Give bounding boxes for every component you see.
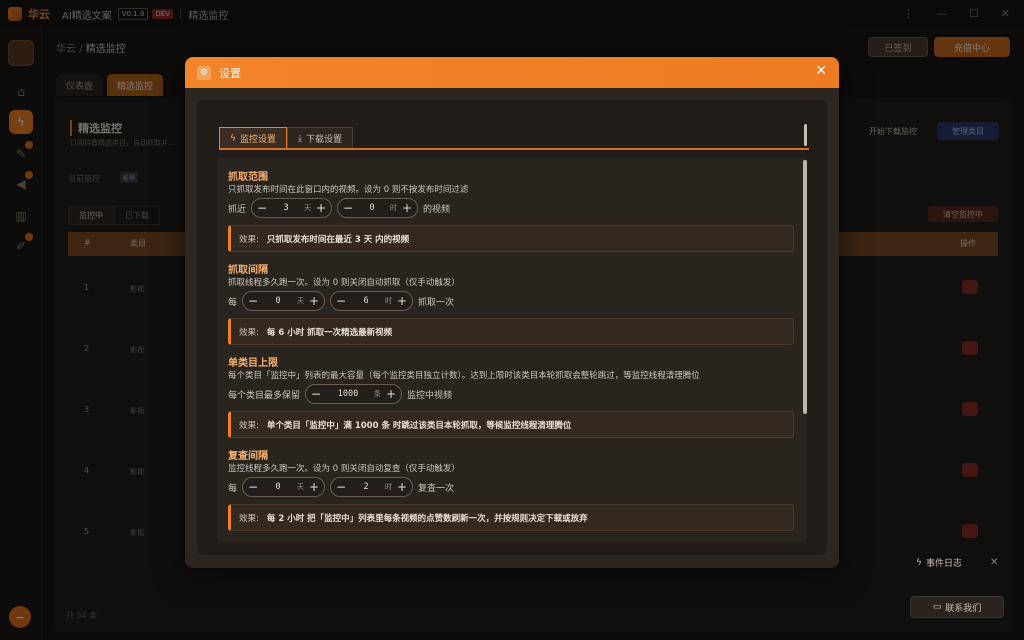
section-description: 每个类目「监控中」列表的最大容量（每个监控类目独立计数）。达到上限时该类目本轮抓… <box>228 371 700 381</box>
contact-button[interactable]: ▭ 联系我们 <box>910 596 1004 618</box>
section-title: 抓取范围 <box>228 172 268 183</box>
download-icon: ⤓ <box>297 133 302 144</box>
lightning-icon: ϟ <box>916 557 922 568</box>
days-stepper[interactable]: − 0 天 + <box>242 291 326 311</box>
section-description: 抓取线程多久跑一次。设为 0 则关闭自动抓取（仅手动触发） <box>228 278 460 288</box>
stepper-unit: 条 <box>374 390 382 398</box>
control-row: 每个类目最多保留 − 1000 条 + 监控中视频 <box>228 383 794 405</box>
hours-stepper[interactable]: − 2 时 + <box>330 477 414 497</box>
event-log-label: 事件日志 <box>925 559 962 569</box>
hours-stepper[interactable]: − 0 时 + <box>337 198 419 218</box>
settings-content: 抓取范围 只抓取发布时间在此窗口内的视频。设为 0 则不按发布时间过滤 抓近 −… <box>217 158 807 542</box>
stepper-value[interactable]: 2 <box>349 482 383 492</box>
effect-box: 效果: 单个类目「监控中」满 1000 条 时跳过该类目本轮抓取，等候监控线程清… <box>228 411 794 438</box>
section-recheck: 复查间隔 监控线程多久跑一次。设为 0 则关闭自动复查（仅手动触发） 每 − 0… <box>228 447 794 531</box>
minus-icon[interactable]: − <box>308 386 324 402</box>
tab-monitor-settings-label: 监控设置 <box>239 135 276 145</box>
tab-scrollbar[interactable] <box>804 124 807 146</box>
section-description: 只抓取发布时间在此窗口内的视频。设为 0 则不按发布时间过滤 <box>228 185 469 195</box>
gear-icon: ⚙ <box>197 65 211 80</box>
effect-label: 效果: <box>239 327 259 338</box>
effect-box: 效果: 每 2 小时 把「监控中」列表里每条视频的点赞数刷新一次，并按规则决定下… <box>228 504 794 531</box>
effect-text: 每 2 小时 把「监控中」列表里每条视频的点赞数刷新一次，并按规则决定下载或放弃 <box>266 513 588 524</box>
section-interval: 抓取间隔 抓取线程多久跑一次。设为 0 则关闭自动抓取（仅手动触发） 每 − 0… <box>228 261 794 345</box>
plus-icon[interactable]: + <box>313 200 329 216</box>
control-row: 每 − 0 天 + − 2 时 + 复查一次 <box>228 476 794 498</box>
row-suffix: 复查一次 <box>418 483 455 494</box>
row-suffix: 的视频 <box>423 204 451 215</box>
close-icon[interactable]: ✕ <box>815 63 827 79</box>
minus-icon[interactable]: − <box>245 293 261 309</box>
stepper-value[interactable]: 0 <box>261 296 295 306</box>
section-range: 抓取范围 只抓取发布时间在此窗口内的视频。设为 0 则不按发布时间过滤 抓近 −… <box>228 168 794 252</box>
stepper-unit: 时 <box>390 204 398 212</box>
lightning-icon: ϟ <box>230 133 236 144</box>
tab-monitor-settings[interactable]: ϟ 监控设置 <box>219 127 287 149</box>
minus-icon[interactable]: − <box>340 200 356 216</box>
minus-icon[interactable]: − <box>254 200 270 216</box>
chat-icon: ▭ <box>932 602 942 612</box>
stepper-value[interactable]: 6 <box>349 296 383 306</box>
plus-icon[interactable]: + <box>383 386 399 402</box>
minus-icon[interactable]: − <box>333 293 349 309</box>
stepper-unit: 天 <box>297 297 305 305</box>
settings-tabs: ϟ 监控设置 ⤓ 下载设置 <box>219 127 353 149</box>
dialog-title: 设置 <box>219 66 241 80</box>
stepper-unit: 天 <box>304 204 312 212</box>
limit-stepper[interactable]: − 1000 条 + <box>305 384 403 404</box>
plus-icon[interactable]: + <box>306 479 322 495</box>
row-suffix: 监控中视频 <box>407 390 453 401</box>
section-title: 单类目上限 <box>228 358 278 369</box>
plus-icon[interactable]: + <box>306 293 322 309</box>
section-description: 监控线程多久跑一次。设为 0 则关闭自动复查（仅手动触发） <box>228 464 460 474</box>
section-title: 复查间隔 <box>228 451 268 462</box>
days-stepper[interactable]: − 3 天 + <box>251 198 333 218</box>
row-prefix: 每 <box>228 297 238 308</box>
section-limit: 单类目上限 每个类目「监控中」列表的最大容量（每个监控类目独立计数）。达到上限时… <box>228 354 794 438</box>
event-log-close-icon[interactable]: ✕ <box>990 557 998 568</box>
event-log-button[interactable]: ϟ 事件日志 <box>916 556 962 570</box>
hours-stepper[interactable]: − 6 时 + <box>330 291 414 311</box>
effect-box: 效果: 只抓取发布时间在最近 3 天 内的视频 <box>228 225 794 252</box>
effect-label: 效果: <box>239 513 259 524</box>
dialog-header: ⚙ 设置 ✕ <box>185 57 839 88</box>
minus-icon[interactable]: − <box>333 479 349 495</box>
effect-text: 每 6 小时 抓取一次精选最新视频 <box>266 327 393 338</box>
effect-text: 单个类目「监控中」满 1000 条 时跳过该类目本轮抓取，等候监控线程清理腾位 <box>266 420 572 431</box>
control-row: 抓近 − 3 天 + − 0 时 + 的视频 <box>228 197 794 219</box>
row-prefix: 每 <box>228 483 238 494</box>
effect-text: 只抓取发布时间在最近 3 天 内的视频 <box>266 234 410 245</box>
effect-box: 效果: 每 6 小时 抓取一次精选最新视频 <box>228 318 794 345</box>
stepper-unit: 时 <box>385 483 393 491</box>
stepper-value[interactable]: 0 <box>261 482 295 492</box>
row-prefix: 每个类目最多保留 <box>228 390 301 401</box>
stepper-unit: 时 <box>385 297 393 305</box>
stepper-unit: 天 <box>297 483 305 491</box>
content-scrollbar[interactable] <box>803 160 807 414</box>
plus-icon[interactable]: + <box>394 293 410 309</box>
control-row: 每 − 0 天 + − 6 时 + 抓取一次 <box>228 290 794 312</box>
tab-download-settings[interactable]: ⤓ 下载设置 <box>286 127 353 149</box>
stepper-value[interactable]: 0 <box>356 203 388 213</box>
minus-icon[interactable]: − <box>245 479 261 495</box>
tab-download-settings-label: 下载设置 <box>305 135 342 145</box>
effect-label: 效果: <box>239 420 259 431</box>
plus-icon[interactable]: + <box>394 479 410 495</box>
row-suffix: 抓取一次 <box>418 297 455 308</box>
row-prefix: 抓近 <box>228 204 247 215</box>
plus-icon[interactable]: + <box>399 200 415 216</box>
tab-underline <box>219 148 809 150</box>
stepper-value[interactable]: 3 <box>270 203 302 213</box>
section-title: 抓取间隔 <box>228 265 268 276</box>
effect-label: 效果: <box>239 234 259 245</box>
days-stepper[interactable]: − 0 天 + <box>242 477 326 497</box>
stepper-value[interactable]: 1000 <box>324 389 372 399</box>
contact-label: 联系我们 <box>945 603 982 614</box>
